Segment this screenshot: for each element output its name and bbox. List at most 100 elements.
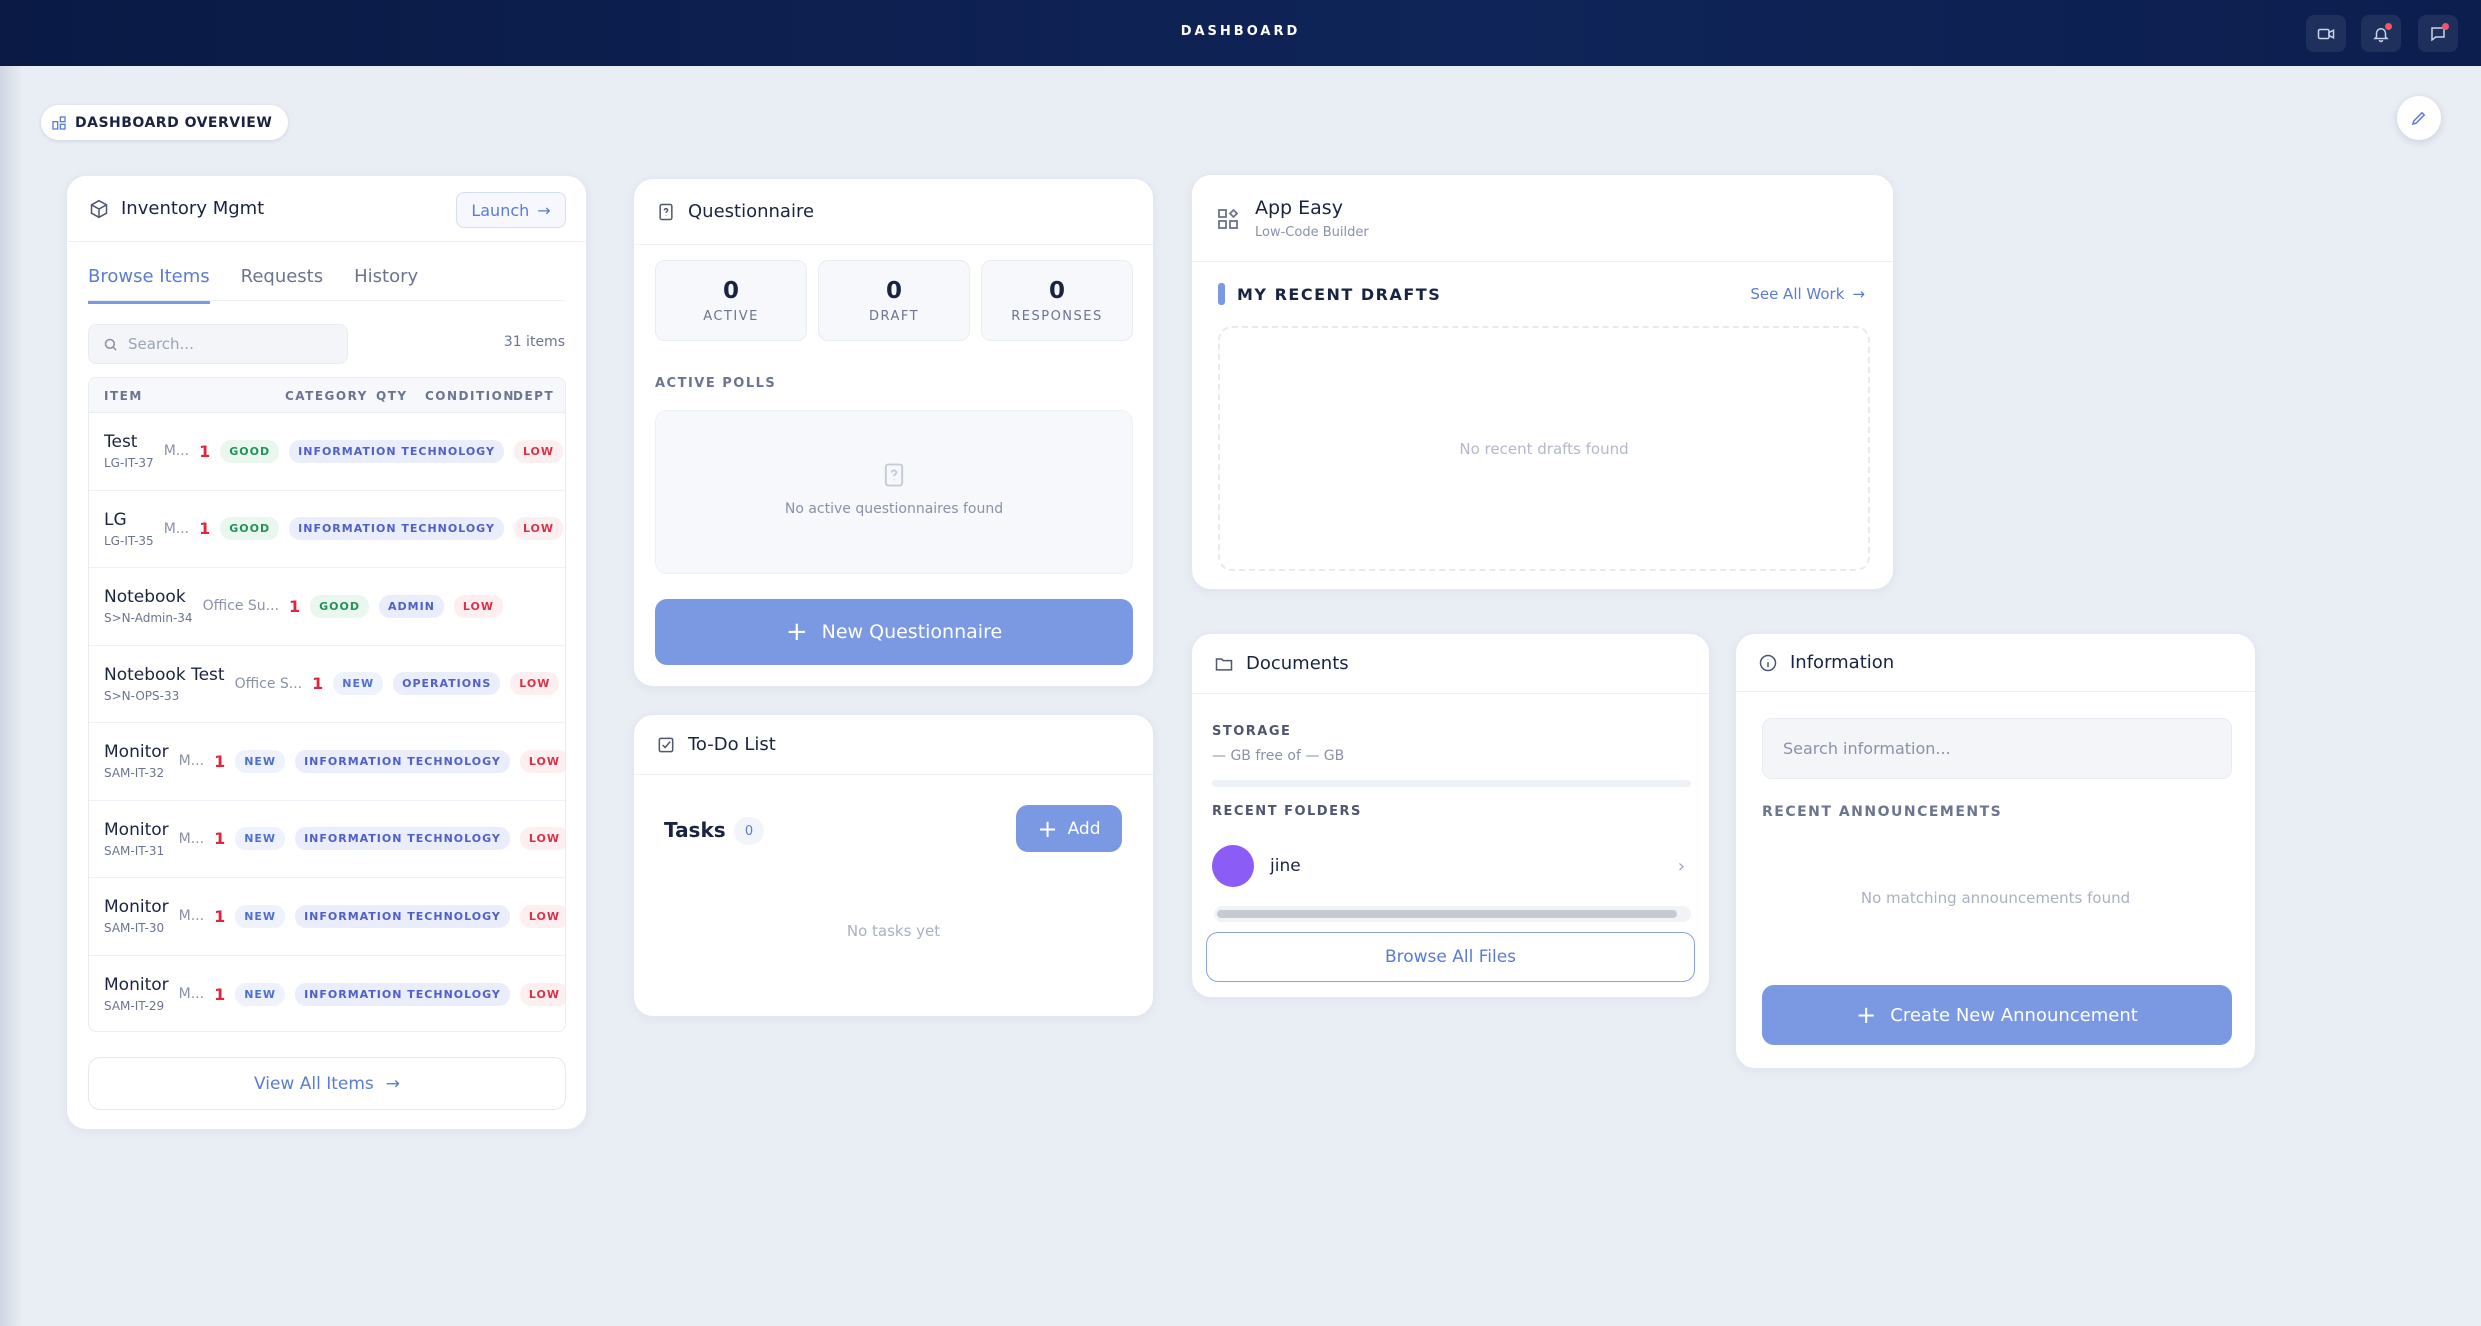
table-row[interactable]: LG LG-IT-35 M... 1 GOOD INFORMATION TECHNOLOG…	[89, 491, 565, 568]
item-qty: 1	[214, 906, 226, 926]
dept-badge: INFORMATION TECHNOLOGY	[295, 749, 510, 773]
plus-icon: +	[1037, 814, 1058, 843]
overview-label: DASHBOARD OVERVIEW	[75, 114, 273, 131]
questionnaire-card: Questionnaire 0 ACTIVE 0 DRAFT 0 RESPONS…	[633, 178, 1154, 687]
col-condition: CONDITION	[425, 389, 515, 403]
condition-badge: NEW	[235, 749, 286, 773]
item-name: Monitor	[104, 742, 169, 763]
message-dot	[2442, 23, 2449, 30]
inventory-search-input[interactable]	[128, 335, 328, 353]
information-card: Information RECENT ANNOUNCEMENTS No matc…	[1735, 633, 2256, 1069]
table-row[interactable]: Test LG-IT-37 M... 1 GOOD INFORMATION TECHNOL…	[89, 413, 565, 491]
information-title: Information	[1790, 652, 1895, 673]
table-row[interactable]: Monitor SAM-IT-30 M... 1 NEW INFORMATION TECH…	[89, 878, 565, 956]
item-category: M...	[163, 520, 190, 537]
information-search-input[interactable]	[1783, 719, 2211, 778]
dashboard-overview-chip: DASHBOARD OVERVIEW	[41, 105, 289, 140]
stat-active-value: 0	[722, 278, 739, 304]
drafts-empty: No recent drafts found	[1218, 326, 1870, 571]
dept-badge: INFORMATION TECHNOLOGY	[295, 827, 510, 851]
item-name: Monitor	[104, 819, 169, 840]
stat-draft-value: 0	[885, 278, 902, 304]
stat-responses-value: 0	[1048, 278, 1065, 304]
item-cell: Monitor SAM-IT-31	[104, 820, 169, 858]
priority-badge: LOW	[519, 749, 565, 773]
polls-empty-text: No active questionnaires found	[784, 501, 1004, 517]
dept-badge: INFORMATION TECHNOLOGY	[289, 517, 504, 541]
item-category: M...	[178, 908, 205, 925]
priority-badge: LOW	[510, 672, 560, 696]
video-camera-icon	[2317, 28, 2335, 39]
dept-badge: OPERATIONS	[393, 672, 501, 696]
table-row[interactable]: Monitor SAM-IT-31 M... 1 NEW INFORMATION TECH…	[89, 801, 565, 878]
messages-button[interactable]	[2418, 15, 2458, 52]
priority-badge: LOW	[519, 982, 565, 1006]
condition-badge: GOOD	[220, 517, 280, 541]
scrollbar-thumb[interactable]	[1217, 910, 1677, 918]
stat-responses-label: RESPONSES	[1011, 309, 1103, 324]
item-category: M...	[178, 986, 205, 1003]
arrow-right-icon: →	[385, 1073, 401, 1094]
add-task-button[interactable]: + Add	[1016, 805, 1122, 852]
item-code: LG-IT-35	[104, 533, 154, 548]
sidebar-edge	[0, 66, 22, 1326]
information-header: Information	[1736, 634, 2255, 692]
arrow-right-icon: →	[1852, 285, 1865, 303]
question-file-icon	[884, 463, 904, 487]
item-category: M...	[178, 753, 205, 770]
tab-history[interactable]: History	[354, 266, 418, 304]
pencil-icon	[2411, 111, 2426, 126]
inventory-tabs: Browse Items Requests History	[88, 266, 418, 304]
inventory-title: Inventory Mgmt	[121, 198, 265, 219]
app-easy-divider	[1192, 261, 1893, 262]
dept-badge: INFORMATION TECHNOLOGY	[295, 904, 510, 928]
stat-active-label: ACTIVE	[703, 309, 759, 324]
inventory-search	[88, 324, 348, 364]
dept-badge: ADMIN	[379, 594, 444, 618]
priority-badge: LOW	[519, 904, 565, 928]
table-row[interactable]: Monitor SAM-IT-32 M... 1 NEW INFORMATION TECH…	[89, 723, 565, 801]
launch-button[interactable]: Launch →	[456, 192, 566, 228]
announcements-empty-text: No matching announcements found	[1860, 889, 2131, 907]
notifications-button[interactable]	[2361, 15, 2401, 52]
app-easy-title: App Easy	[1255, 197, 1343, 219]
recent-folders-label: RECENT FOLDERS	[1212, 804, 1362, 819]
tab-browse-items[interactable]: Browse Items	[88, 266, 210, 304]
folders-scrollbar[interactable]	[1214, 906, 1691, 922]
item-code: S>N-Admin-34	[104, 611, 193, 626]
item-code: SAM-IT-30	[104, 921, 165, 936]
tab-requests[interactable]: Requests	[241, 266, 324, 304]
item-name: Notebook	[104, 587, 186, 608]
create-announcement-button[interactable]: + Create New Announcement	[1762, 985, 2232, 1045]
tasks-label: Tasks	[664, 818, 726, 842]
item-cell: Monitor SAM-IT-32	[104, 742, 169, 780]
view-all-items-button[interactable]: View All Items →	[88, 1057, 566, 1110]
folder-name: jine	[1270, 856, 1301, 876]
drafts-empty-text: No recent drafts found	[1459, 439, 1629, 458]
video-call-button[interactable]	[2306, 15, 2346, 52]
new-questionnaire-button[interactable]: + New Questionnaire	[655, 599, 1133, 665]
table-row[interactable]: Monitor SAM-IT-29 M... 1 NEW INFORMATION TECH…	[89, 956, 565, 1032]
table-row[interactable]: Notebook Test S>N-OPS-33 Office S... 1 NEW OP…	[89, 646, 565, 723]
tasks-count-badge: 0	[734, 817, 764, 845]
inventory-card: Inventory Mgmt Launch → Browse Items Req…	[66, 175, 587, 1130]
stat-responses: 0 RESPONSES	[981, 260, 1133, 341]
documents-card: Documents STORAGE — GB free of — GB RECE…	[1191, 633, 1710, 998]
col-dept: DEPT	[513, 389, 555, 403]
priority-badge: LOW	[519, 827, 565, 851]
table-body: Test LG-IT-37 M... 1 GOOD INFORMATION TECHNOL…	[89, 413, 565, 1032]
priority-badge: LOW	[513, 439, 564, 463]
folder-item[interactable]: jine ›	[1212, 844, 1691, 888]
todo-header: To-Do List	[634, 715, 1153, 775]
folder-avatar	[1212, 845, 1254, 887]
browse-all-files-button[interactable]: Browse All Files	[1206, 932, 1695, 982]
item-code: S>N-OPS-33	[104, 688, 180, 703]
priority-badge: LOW	[513, 517, 564, 541]
see-all-work-link[interactable]: See All Work →	[1750, 285, 1865, 303]
todo-card: To-Do List Tasks 0 + Add No tasks yet	[633, 714, 1154, 1017]
item-qty: 1	[199, 441, 211, 461]
table-row[interactable]: Notebook S>N-Admin-34 Office Su... 1 GOOD ADM…	[89, 568, 565, 646]
edit-layout-button[interactable]	[2397, 96, 2441, 140]
stat-draft-label: DRAFT	[868, 309, 920, 324]
priority-badge: LOW	[453, 594, 504, 618]
